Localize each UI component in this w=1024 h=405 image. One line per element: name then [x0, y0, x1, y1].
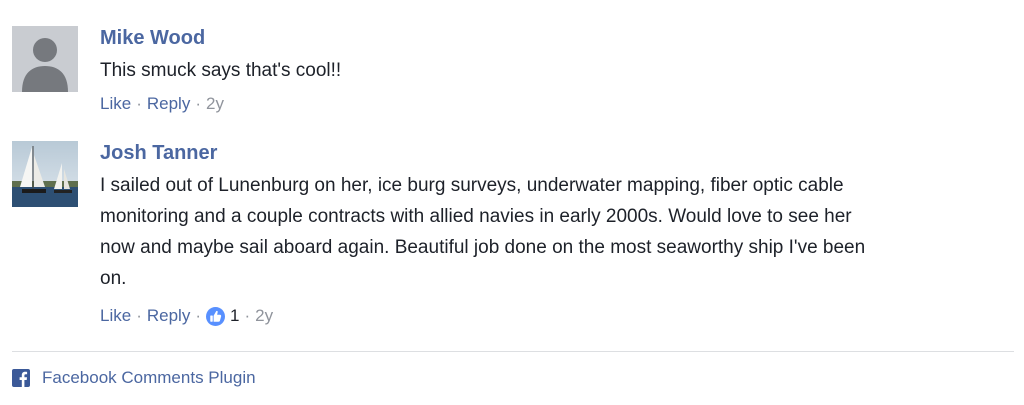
avatar[interactable]: [12, 141, 78, 207]
comment-body: Josh Tanner I sailed out of Lunenburg on…: [100, 141, 1000, 326]
comment-actions: Like · Reply · 2y: [100, 94, 1000, 114]
comment-author[interactable]: Mike Wood: [100, 26, 1000, 50]
plugin-footer[interactable]: Facebook Comments Plugin: [12, 368, 256, 388]
comment-text-line: monitoring and a couple contracts with a…: [100, 206, 852, 227]
comment-text-line: I sailed out of Lunenburg on her, ice bu…: [100, 175, 844, 196]
default-silhouette-avatar-icon: [12, 26, 78, 92]
comment-text: This smuck says that's cool!!: [100, 60, 342, 81]
comment: Josh Tanner I sailed out of Lunenburg on…: [12, 141, 1012, 336]
avatar[interactable]: [12, 26, 78, 92]
comment-text-line: on.: [100, 268, 127, 289]
comment-text-line: now and maybe sail aboard again. Beautif…: [100, 237, 866, 258]
like-link[interactable]: Like: [100, 306, 131, 326]
like-count[interactable]: 1: [230, 306, 239, 326]
separator: ·: [136, 306, 142, 325]
like-link[interactable]: Like: [100, 94, 131, 114]
comment: Mike Wood This smuck says that's cool!! …: [12, 26, 1012, 116]
separator: ·: [195, 306, 201, 325]
footer-label[interactable]: Facebook Comments Plugin: [42, 368, 256, 388]
comment-author[interactable]: Josh Tanner: [100, 141, 1000, 165]
timestamp[interactable]: 2y: [255, 306, 273, 326]
separator: ·: [195, 94, 201, 113]
separator: ·: [136, 94, 142, 113]
timestamp[interactable]: 2y: [206, 94, 224, 114]
reply-link[interactable]: Reply: [147, 306, 190, 326]
reply-link[interactable]: Reply: [147, 94, 190, 114]
sailboats-photo-avatar-icon: [12, 141, 78, 207]
comment-body: Mike Wood This smuck says that's cool!! …: [100, 26, 1000, 114]
like-reaction-icon[interactable]: [206, 306, 225, 326]
comment-actions: Like · Reply · 1 · 2y: [100, 306, 1000, 326]
divider: [12, 351, 1014, 352]
comment-text: I sailed out of Lunenburg on her, ice bu…: [100, 170, 1000, 294]
separator: ·: [244, 306, 251, 325]
facebook-icon: [12, 369, 30, 387]
